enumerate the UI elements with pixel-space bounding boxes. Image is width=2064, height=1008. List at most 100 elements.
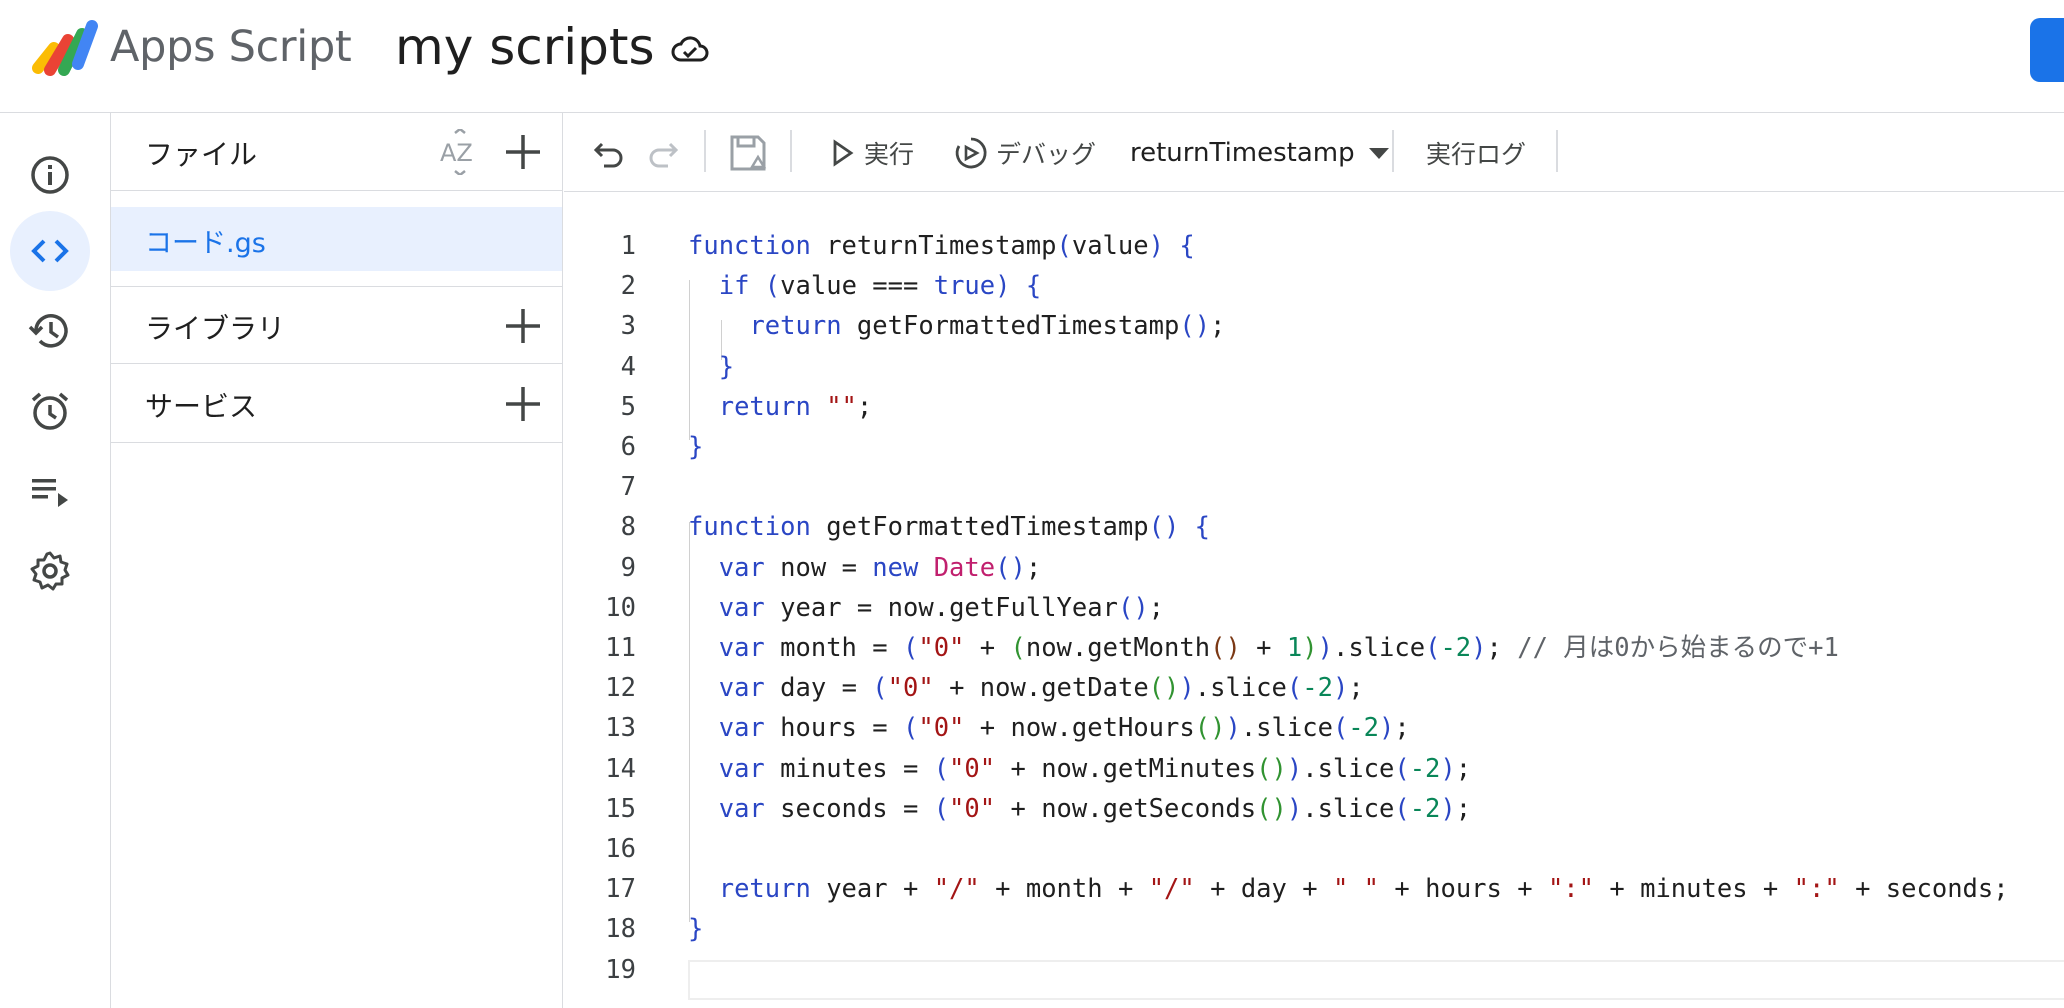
- line-number: 2: [620, 271, 636, 302]
- rail-history[interactable]: [10, 291, 90, 371]
- code-text: var now = new Date();: [718, 552, 1042, 583]
- code-text: var month = ("0" + (now.getMonth() + 1))…: [718, 633, 1839, 663]
- top-header: Apps Script my scripts: [0, 0, 2064, 113]
- line-number: 5: [620, 391, 636, 422]
- files-panel: ファイル AZ コード.gs ライブラリ サービス: [111, 113, 563, 1008]
- product-name: Apps Script: [110, 22, 352, 72]
- code-line[interactable]: 16: [564, 829, 2064, 869]
- line-number: 16: [605, 834, 636, 864]
- execution-log-label: 実行ログ: [1426, 139, 1527, 169]
- line-number: 15: [605, 793, 636, 824]
- code-line[interactable]: 18}: [564, 909, 2064, 949]
- line-number: 13: [605, 713, 636, 744]
- line-number: 6: [620, 432, 636, 462]
- toolbar-divider: [790, 130, 792, 172]
- code-line[interactable]: 5 return "";: [564, 387, 2064, 427]
- toolbar-divider: [704, 130, 706, 172]
- undo-button[interactable]: [592, 113, 626, 192]
- code-text: return year + "/" + month + "/" + day + …: [718, 874, 2009, 905]
- code-text: return "";: [718, 391, 873, 422]
- function-select-value: returnTimestamp: [1130, 137, 1355, 168]
- rail-settings[interactable]: [10, 531, 90, 611]
- toolbar-divider: [1556, 130, 1558, 172]
- left-nav-rail: [0, 113, 111, 1008]
- line-number: 4: [620, 351, 636, 382]
- line-number: 3: [620, 311, 636, 342]
- line-number: 17: [605, 874, 636, 905]
- code-text: function returnTimestamp(value) {: [688, 231, 1195, 261]
- run-button[interactable]: 実行: [830, 113, 914, 192]
- apps-script-logo[interactable]: [30, 18, 100, 78]
- svg-text:AZ: AZ: [440, 139, 473, 167]
- line-number: 1: [620, 231, 636, 261]
- undo-icon: [593, 142, 623, 167]
- code-text: var seconds = ("0" + now.getSeconds()).s…: [718, 793, 1472, 824]
- code-line[interactable]: 10 var year = now.getFullYear();: [564, 588, 2064, 628]
- history-icon: [28, 314, 68, 348]
- files-section-header: ファイル AZ: [111, 113, 562, 191]
- code-text: var day = ("0" + now.getDate()).slice(-2…: [718, 673, 1364, 704]
- run-label: 実行: [864, 139, 915, 169]
- redo-button[interactable]: [646, 113, 680, 192]
- debug-label: デバッグ: [996, 139, 1097, 169]
- project-title[interactable]: my scripts: [395, 18, 655, 76]
- file-name: コード.gs: [145, 228, 266, 259]
- line-number: 9: [620, 552, 636, 583]
- code-line[interactable]: 19: [564, 950, 2064, 990]
- file-item-code-gs[interactable]: コード.gs: [111, 207, 562, 271]
- code-text: function getFormattedTimestamp() {: [688, 512, 1211, 543]
- code-line[interactable]: 2 if (value === true) {: [564, 266, 2064, 306]
- playlist-play-icon: [32, 479, 68, 507]
- code-text: var minutes = ("0" + now.getMinutes()).s…: [718, 753, 1472, 784]
- code-line[interactable]: 1 function returnTimestamp(value) {: [564, 226, 2064, 266]
- add-file-button[interactable]: [502, 131, 544, 173]
- function-select[interactable]: returnTimestamp: [1130, 113, 1391, 192]
- debug-icon: [955, 137, 987, 168]
- code-line[interactable]: 12 var day = ("0" + now.getDate()).slice…: [564, 668, 2064, 708]
- execution-log-button[interactable]: 実行ログ: [1426, 113, 1526, 192]
- files-label: ファイル: [145, 138, 258, 171]
- debug-button[interactable]: デバッグ: [954, 113, 1096, 192]
- editor-toolbar: 実行 デバッグ returnTimestamp 実行ログ: [564, 113, 2064, 192]
- save-button[interactable]: [728, 113, 768, 192]
- line-number: 8: [620, 512, 636, 543]
- sort-az-icon[interactable]: AZ: [437, 129, 483, 175]
- code-line[interactable]: 15 var seconds = ("0" + now.getSeconds()…: [564, 789, 2064, 829]
- cloud-done-icon[interactable]: [670, 30, 710, 70]
- code-line[interactable]: 4 }: [564, 347, 2064, 387]
- line-number: 10: [605, 592, 636, 623]
- line-number: 19: [605, 954, 636, 985]
- services-label: サービス: [145, 390, 258, 423]
- rail-overview[interactable]: [10, 135, 90, 215]
- add-service-button[interactable]: [502, 383, 544, 425]
- rail-executions[interactable]: [10, 451, 90, 531]
- redo-icon: [649, 142, 679, 167]
- rail-editor[interactable]: [10, 211, 90, 291]
- line-number: 12: [605, 673, 636, 704]
- code-editor[interactable]: 1 function returnTimestamp(value) { 2 if (…: [564, 193, 2064, 1008]
- code-line[interactable]: 3 return getFormattedTimestamp();: [564, 306, 2064, 346]
- play-icon: [833, 138, 854, 167]
- code-text: return getFormattedTimestamp();: [749, 311, 1226, 342]
- code-line[interactable]: 6}: [564, 427, 2064, 467]
- code-text: }: [718, 351, 735, 382]
- dropdown-arrow-icon: [1368, 147, 1389, 159]
- services-section: サービス: [111, 365, 562, 443]
- add-library-button[interactable]: [502, 305, 544, 347]
- code-line[interactable]: 17 return year + "/" + month + "/" + day…: [564, 869, 2064, 909]
- save-icon: [730, 135, 767, 170]
- code-line[interactable]: 8 function getFormattedTimestamp() {: [564, 507, 2064, 547]
- line-number: 11: [605, 633, 636, 663]
- code-text: }: [688, 914, 704, 945]
- code-text: if (value === true) {: [718, 271, 1042, 302]
- deploy-button[interactable]: [2030, 18, 2064, 82]
- code-text: var hours = ("0" + now.getHours()).slice…: [718, 713, 1410, 744]
- code-line[interactable]: 9 var now = new Date();: [564, 548, 2064, 588]
- code-line[interactable]: 11 var month = ("0" + (now.getMonth() + …: [564, 628, 2064, 668]
- alarm-icon: [31, 392, 69, 430]
- rail-triggers[interactable]: [10, 371, 90, 451]
- libraries-label: ライブラリ: [145, 312, 286, 345]
- code-line[interactable]: 14 var minutes = ("0" + now.getMinutes()…: [564, 749, 2064, 789]
- code-line[interactable]: 13 var hours = ("0" + now.getHours()).sl…: [564, 708, 2064, 748]
- code-line[interactable]: 7: [564, 467, 2064, 507]
